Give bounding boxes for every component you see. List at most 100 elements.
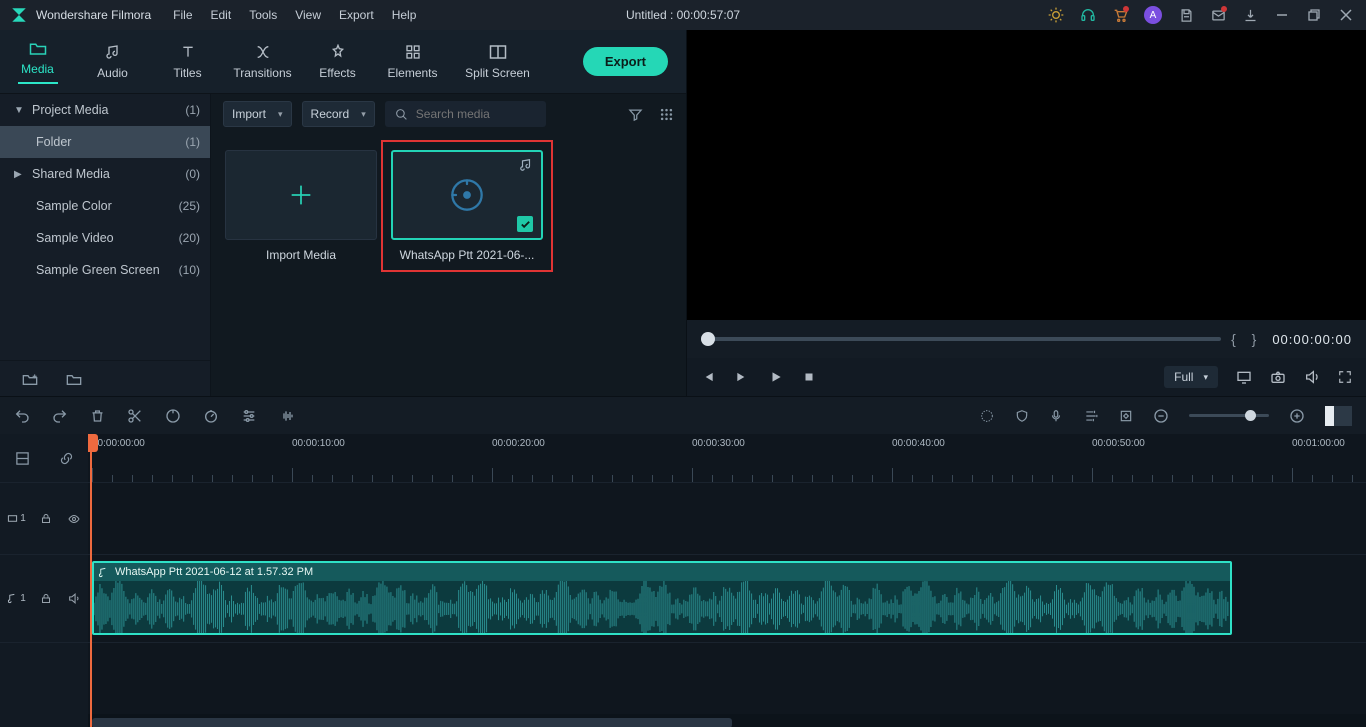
menu-file[interactable]: File: [173, 8, 192, 22]
video-track-1[interactable]: [88, 482, 1366, 554]
window-maximize[interactable]: [1306, 7, 1322, 23]
undo-icon[interactable]: [14, 408, 30, 424]
audio-track-header[interactable]: 1: [0, 554, 88, 642]
playback-quality[interactable]: Full▾: [1164, 366, 1218, 388]
zoom-in-icon[interactable]: [1289, 408, 1305, 424]
timeline-tools: [0, 396, 1366, 434]
workspace: ▼Project Media (1) Folder (1) ▶Shared Me…: [0, 94, 1366, 396]
timeline-size-toggle[interactable]: [1325, 406, 1352, 426]
tab-elements[interactable]: Elements: [375, 30, 450, 93]
mixer-icon[interactable]: [1083, 409, 1099, 423]
snapshot-icon[interactable]: [1270, 370, 1286, 384]
menu-edit[interactable]: Edit: [211, 8, 232, 22]
grid-view-icon[interactable]: [659, 107, 674, 122]
zoom-out-icon[interactable]: [1153, 408, 1169, 424]
display-icon[interactable]: [1236, 370, 1252, 384]
keyframe-icon[interactable]: [1119, 409, 1133, 423]
tree-shared-media[interactable]: ▶Shared Media (0): [0, 158, 210, 190]
save-icon[interactable]: [1178, 7, 1194, 23]
redo-icon[interactable]: [52, 408, 68, 424]
app-name: Wondershare Filmora: [36, 8, 151, 22]
media-toolbar: Import▾ Record▾: [211, 94, 686, 134]
zoom-slider[interactable]: [1189, 414, 1269, 417]
stop-icon[interactable]: [803, 371, 815, 383]
tab-titles[interactable]: Titles: [150, 30, 225, 93]
preview-panel: { } 00:00:00:00 Full▾: [686, 30, 1366, 396]
tree-sample-color[interactable]: Sample Color (25): [0, 190, 210, 222]
playhead[interactable]: [90, 434, 92, 727]
link-icon[interactable]: [59, 451, 74, 466]
filter-icon[interactable]: [628, 107, 643, 122]
menu-view[interactable]: View: [295, 8, 321, 22]
preview-scrubber[interactable]: [701, 337, 1221, 341]
timeline-h-scrollbar[interactable]: [88, 714, 1366, 727]
message-icon[interactable]: [1210, 7, 1226, 23]
menu-export[interactable]: Export: [339, 8, 374, 22]
video-track-header[interactable]: 1: [0, 482, 88, 554]
tree-folder[interactable]: Folder (1): [0, 126, 210, 158]
user-avatar[interactable]: A: [1144, 6, 1162, 24]
mark-brackets[interactable]: { }: [1231, 331, 1262, 347]
audio-track-1[interactable]: WhatsApp Ptt 2021-06-12 at 1.57.32 PM: [88, 554, 1366, 642]
preview-viewport[interactable]: [687, 30, 1366, 320]
tab-transitions[interactable]: Transitions: [225, 30, 300, 93]
tab-splitscreen[interactable]: Split Screen: [450, 30, 545, 93]
lock-icon[interactable]: [40, 512, 52, 525]
eye-icon[interactable]: [67, 513, 81, 525]
new-folder-icon[interactable]: [22, 372, 38, 386]
download-icon[interactable]: [1242, 7, 1258, 23]
fullscreen-icon[interactable]: [1338, 370, 1352, 384]
split-icon[interactable]: [127, 408, 143, 424]
headset-icon[interactable]: [1080, 7, 1096, 23]
check-icon: [517, 216, 533, 232]
tree-project-media[interactable]: ▼Project Media (1): [0, 94, 210, 126]
import-dropdown[interactable]: Import▾: [223, 101, 292, 127]
timeline-body[interactable]: 00:00:00:00 00:00:10:00 00:00:20:00 00:0…: [88, 434, 1366, 727]
export-button[interactable]: Export: [583, 47, 668, 76]
clip-title: WhatsApp Ptt 2021-06-12 at 1.57.32 PM: [115, 566, 313, 578]
delete-icon[interactable]: [90, 408, 105, 424]
tree-sample-video[interactable]: Sample Video (20): [0, 222, 210, 254]
audio-waveform-icon[interactable]: [279, 408, 297, 424]
voiceover-icon[interactable]: [1049, 408, 1063, 424]
app-logo: [8, 4, 30, 26]
audio-clip[interactable]: WhatsApp Ptt 2021-06-12 at 1.57.32 PM: [92, 561, 1232, 635]
cart-icon[interactable]: [1112, 7, 1128, 23]
player-controls: Full▾: [687, 358, 1366, 396]
spare-track-header: [0, 642, 88, 727]
search-media[interactable]: [385, 101, 546, 127]
window-minimize[interactable]: [1274, 7, 1290, 23]
titlebar: Wondershare Filmora File Edit Tools View…: [0, 0, 1366, 30]
timeline-ruler[interactable]: 00:00:00:00 00:00:10:00 00:00:20:00 00:0…: [88, 434, 1366, 482]
import-media-card[interactable]: Import Media: [225, 150, 377, 262]
menu-tools[interactable]: Tools: [249, 8, 277, 22]
idea-icon[interactable]: [1048, 7, 1064, 23]
empty-track-area[interactable]: [88, 642, 1366, 714]
timeline: 1 1 00:00:00:00 00:00:10:00 00:00:20:00 …: [0, 434, 1366, 727]
record-dropdown[interactable]: Record▾: [302, 101, 375, 127]
speed-icon[interactable]: [203, 408, 219, 424]
play-icon[interactable]: [769, 370, 783, 384]
adjust-icon[interactable]: [241, 408, 257, 424]
lock-icon[interactable]: [40, 592, 52, 605]
marker-icon[interactable]: [165, 408, 181, 424]
tree-sample-green[interactable]: Sample Green Screen (10): [0, 254, 210, 286]
media-item-clip1[interactable]: WhatsApp Ptt 2021-06-...: [391, 150, 543, 262]
prev-frame-icon[interactable]: [701, 370, 715, 384]
volume-icon[interactable]: [1304, 369, 1320, 385]
main-menu: File Edit Tools View Export Help: [173, 8, 416, 22]
window-close[interactable]: [1338, 7, 1354, 23]
menu-help[interactable]: Help: [392, 8, 417, 22]
timeline-gutter: 1 1: [0, 434, 88, 727]
media-tree-panel: ▼Project Media (1) Folder (1) ▶Shared Me…: [0, 94, 210, 396]
tab-effects[interactable]: Effects: [300, 30, 375, 93]
next-frame-icon[interactable]: [735, 370, 749, 384]
folder-icon[interactable]: [66, 372, 82, 386]
search-input[interactable]: [416, 107, 536, 121]
tab-audio[interactable]: Audio: [75, 30, 150, 93]
render-icon[interactable]: [979, 408, 995, 424]
mute-icon[interactable]: [67, 592, 81, 605]
tab-media[interactable]: Media: [0, 30, 75, 93]
shield-icon[interactable]: [1015, 408, 1029, 424]
manage-tracks-icon[interactable]: [15, 451, 30, 466]
